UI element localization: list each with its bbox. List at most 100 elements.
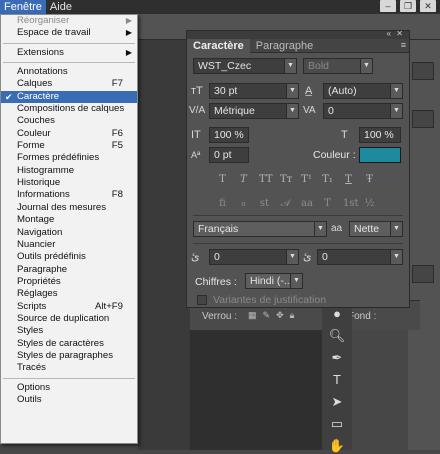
menu-item[interactable]: Options — [1, 382, 137, 394]
fractions-button[interactable]: ½ — [364, 198, 375, 209]
menu-item[interactable]: Source de duplication — [1, 313, 137, 325]
toolbox: ● 🔍︎ ✒ T ➤ ▭ ✋ — [322, 300, 352, 453]
leading-field[interactable]: (Auto) ▼ — [323, 83, 403, 99]
submenu-arrow-icon: ▶ — [125, 16, 132, 25]
antialias-select[interactable]: Nette ▼ — [349, 221, 403, 237]
strikethrough-button[interactable]: Ŧ — [364, 174, 375, 185]
menu-aide[interactable]: Aide — [46, 0, 76, 14]
antialias-value: Nette — [354, 223, 380, 235]
menu-item[interactable]: ✔ Caractère — [1, 90, 137, 104]
small-caps-button[interactable]: Tт — [280, 174, 292, 185]
menu-item[interactable]: Styles — [1, 325, 137, 337]
menu-item[interactable]: Tracés — [1, 362, 137, 374]
menu-item[interactable]: Outils — [1, 394, 137, 406]
panel-menu-icon[interactable]: ≡ — [401, 40, 406, 50]
submenu-arrow-icon: ▶ — [125, 28, 132, 38]
color-label: Couleur : — [313, 149, 356, 161]
menu-item[interactable]: Annotations — [1, 66, 137, 78]
discretionary-ligatures-button[interactable]: st — [259, 198, 270, 209]
menu-item[interactable]: Histogramme — [1, 165, 137, 177]
close-panel-icon[interactable]: ✕ — [396, 29, 403, 38]
menu-item[interactable]: Informations F8 — [1, 189, 137, 201]
menu-fenetre[interactable]: Fenêtre — [0, 0, 46, 14]
menu-item[interactable]: Calques F7 — [1, 78, 137, 90]
dodge-tool-icon[interactable]: 🔍︎ — [328, 328, 346, 344]
vertical-scale-icon: IT — [191, 129, 201, 141]
subscript-button[interactable]: T₁ — [322, 174, 333, 185]
menu-item[interactable]: Journal des mesures — [1, 202, 137, 214]
font-size-field[interactable]: 30 pt ▼ — [209, 83, 299, 99]
chevron-down-icon: ▼ — [360, 59, 372, 73]
menu-item[interactable]: Formes prédéfinies — [1, 152, 137, 164]
underline-button[interactable]: T — [343, 174, 354, 185]
color-swatch[interactable] — [359, 147, 401, 163]
lock-label: Verrou : — [202, 311, 238, 322]
menu-item[interactable]: Styles de paragraphes — [1, 350, 137, 362]
all-caps-button[interactable]: TT — [259, 174, 273, 185]
baseline-shift-field[interactable]: 0 pt — [209, 147, 249, 163]
hand-tool-icon[interactable]: ✋ — [328, 438, 346, 454]
menu-item-label: Journal des mesures — [17, 201, 107, 213]
rectangle-tool-icon[interactable]: ▭ — [328, 416, 346, 432]
tsume-left-field[interactable]: 0 ▼ — [209, 249, 299, 265]
dock-button[interactable] — [412, 62, 434, 80]
lock-all-icon[interactable]: 🔒︎ — [290, 310, 295, 321]
path-selection-icon[interactable]: ➤ — [328, 394, 346, 410]
leading-icon: A̲ — [305, 85, 313, 97]
ligatures-button[interactable]: fi — [217, 198, 228, 209]
collapse-icon[interactable]: « — [387, 29, 391, 38]
type-tool-icon[interactable]: T — [328, 372, 346, 388]
digits-select[interactable]: Hindi (-... ▼ — [245, 273, 303, 289]
menu-item[interactable]: Extensions ▶ — [1, 47, 137, 59]
restore-button[interactable]: ❐ — [400, 0, 416, 12]
kerning-value: Métrique — [214, 105, 255, 117]
menu-item[interactable]: Montage — [1, 214, 137, 226]
menu-item[interactable]: Scripts Alt+F9 — [1, 301, 137, 313]
tsume-right-icon: ئ — [303, 251, 312, 263]
font-style-select[interactable]: Bold ▼ — [303, 58, 373, 74]
justification-checkbox[interactable] — [197, 295, 207, 305]
stylistic-alternates-button[interactable]: aa — [301, 198, 313, 209]
language-select[interactable]: Français ▼ — [193, 221, 327, 237]
tab-paragraphe[interactable]: Paragraphe — [250, 39, 320, 53]
vertical-scale-field[interactable]: 100 % — [209, 127, 249, 143]
menu-item[interactable]: Couches — [1, 115, 137, 127]
menu-item[interactable]: Navigation — [1, 227, 137, 239]
burn-tool-icon[interactable]: ● — [328, 306, 346, 322]
menu-item[interactable]: Réglages — [1, 288, 137, 300]
menu-item[interactable]: Forme F5 — [1, 140, 137, 152]
ordinals-button[interactable]: 1st — [343, 198, 359, 209]
dock-button[interactable] — [412, 110, 434, 128]
titling-alternates-button[interactable]: T — [322, 198, 333, 209]
panel-titlebar[interactable]: « ✕ — [187, 29, 409, 39]
dock-button[interactable] — [412, 265, 434, 283]
menu-item[interactable]: Espace de travail ▶ — [1, 27, 137, 39]
lock-pixels-icon[interactable]: ▦ — [248, 310, 257, 321]
lock-position-icon[interactable]: ✥ — [276, 310, 284, 321]
minimize-button[interactable]: – — [380, 0, 396, 12]
close-button[interactable]: ✕ — [420, 0, 436, 12]
tsume-right-field[interactable]: 0 ▼ — [317, 249, 403, 265]
old-style-button[interactable]: ℴ — [238, 198, 249, 209]
lock-paint-icon[interactable]: ✎ — [263, 310, 271, 321]
menu-item[interactable]: Historique — [1, 177, 137, 189]
faux-italic-button[interactable]: T — [238, 174, 249, 185]
menu-item[interactable]: Paragraphe — [1, 264, 137, 276]
menu-item[interactable]: Nuancier — [1, 239, 137, 251]
menu-item[interactable]: Outils prédéfinis — [1, 251, 137, 263]
horizontal-scale-field[interactable]: 100 % — [359, 127, 401, 143]
swash-button[interactable]: 𝒜 — [280, 198, 291, 209]
faux-bold-button[interactable]: T — [217, 174, 228, 185]
font-family-select[interactable]: WST_Czec ▼ — [193, 58, 297, 74]
menu-item[interactable]: Propriétés — [1, 276, 137, 288]
kerning-icon: V/A — [189, 105, 206, 116]
pen-tool-icon[interactable]: ✒ — [328, 350, 346, 366]
menu-item[interactable]: Styles de caractères — [1, 338, 137, 350]
menu-item[interactable]: Couleur F6 — [1, 128, 137, 140]
tab-caractere[interactable]: Caractère — [187, 39, 250, 53]
menu-item[interactable]: Compositions de calques — [1, 103, 137, 115]
superscript-button[interactable]: T¹ — [301, 174, 312, 185]
tsume-right-value: 0 — [322, 251, 328, 263]
tracking-field[interactable]: 0 ▼ — [323, 103, 403, 119]
kerning-field[interactable]: Métrique ▼ — [209, 103, 299, 119]
